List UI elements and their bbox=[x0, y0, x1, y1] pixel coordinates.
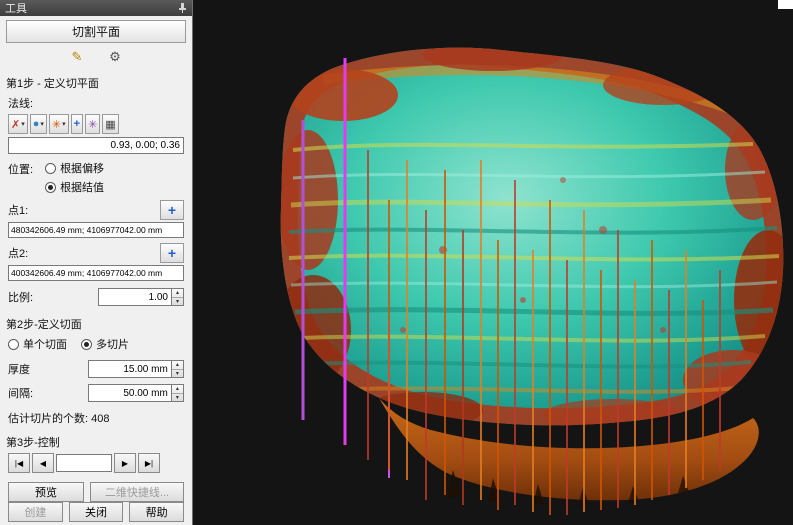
dropdown-caret-icon: ▾ bbox=[21, 120, 25, 128]
tools-panel: 工具 切割平面 ✎ ⚙ 第1步 - 定义切平面 法线: ✗ ▾ ● ▾ ✳ bbox=[0, 0, 193, 525]
interval-label: 间隔: bbox=[8, 385, 33, 401]
thickness-label: 厚度 bbox=[8, 361, 30, 377]
radio-dot bbox=[45, 163, 56, 174]
slice-position-input[interactable] bbox=[56, 454, 112, 472]
step1-label: 第1步 - 定义切平面 bbox=[6, 75, 186, 91]
prev-slice-button[interactable]: ◀ bbox=[32, 453, 54, 473]
edit-tool-button[interactable]: ✎ bbox=[64, 47, 90, 67]
create-button[interactable]: 创建 bbox=[8, 502, 63, 522]
deselect-icon: ✗ bbox=[11, 118, 20, 131]
plus-blue-icon: + bbox=[74, 118, 80, 130]
step3-label: 第3步-控制 bbox=[6, 434, 186, 450]
normal-grid-button[interactable]: ▦ bbox=[102, 114, 118, 134]
scale-input[interactable] bbox=[98, 288, 172, 306]
radio-single-section[interactable]: 单个切面 bbox=[8, 336, 67, 352]
radio-by-points[interactable]: 根据结值 bbox=[45, 179, 104, 195]
section-header-cutting-plane: 切割平面 bbox=[6, 20, 186, 43]
thickness-input[interactable] bbox=[88, 360, 172, 378]
spin-down-icon[interactable]: ▾ bbox=[172, 298, 183, 306]
panel-title: 工具 bbox=[5, 0, 27, 16]
radio-single-section-label: 单个切面 bbox=[23, 336, 67, 352]
axes-purple-icon: ✳ bbox=[88, 118, 97, 131]
thickness-spinner[interactable]: ▴ ▾ bbox=[172, 360, 184, 378]
slice-navigation: |◀ ◀ ▶ ▶| bbox=[0, 453, 192, 473]
radio-dot bbox=[45, 182, 56, 193]
scale-spinner[interactable]: ▴ ▾ bbox=[172, 288, 184, 306]
settings-tool-button[interactable]: ⚙ bbox=[102, 47, 128, 67]
last-slice-button[interactable]: ▶| bbox=[138, 453, 160, 473]
spin-up-icon[interactable]: ▴ bbox=[172, 289, 183, 298]
point2-label: 点2: bbox=[8, 245, 28, 261]
section-title: 切割平面 bbox=[72, 25, 120, 39]
step2-label: 第2步-定义切面 bbox=[6, 316, 186, 332]
help-button[interactable]: 帮助 bbox=[129, 502, 184, 522]
slice-count-label: 估计切片的个数: 408 bbox=[8, 410, 184, 426]
position-label: 位置: bbox=[8, 161, 33, 177]
normal-axes-orange-button[interactable]: ✳ ▾ bbox=[49, 114, 69, 134]
spin-down-icon[interactable]: ▾ bbox=[172, 394, 183, 402]
radio-by-offset[interactable]: 根据偏移 bbox=[45, 160, 104, 176]
dropdown-caret-icon: ▾ bbox=[62, 120, 66, 128]
interval-spinner[interactable]: ▴ ▾ bbox=[172, 384, 184, 402]
point2-value-input[interactable] bbox=[8, 265, 184, 281]
spin-up-icon[interactable]: ▴ bbox=[172, 361, 183, 370]
first-slice-button[interactable]: |◀ bbox=[8, 453, 30, 473]
shortcut-2d-button[interactable]: 二维快捷线... bbox=[90, 482, 184, 502]
normal-deselect-button[interactable]: ✗ ▾ bbox=[8, 114, 28, 134]
grid-icon: ▦ bbox=[105, 118, 115, 131]
radio-multi-slice[interactable]: 多切片 bbox=[81, 336, 129, 352]
panel-titlebar[interactable]: 工具 bbox=[0, 0, 192, 16]
point1-value-input[interactable] bbox=[8, 222, 184, 238]
sphere-icon: ● bbox=[33, 118, 40, 130]
application-window: 工具 切割平面 ✎ ⚙ 第1步 - 定义切平面 法线: ✗ ▾ ● ▾ ✳ bbox=[0, 0, 793, 525]
spin-down-icon[interactable]: ▾ bbox=[172, 370, 183, 378]
radio-dot bbox=[8, 339, 19, 350]
normal-axes-purple-button[interactable]: ✳ bbox=[85, 114, 100, 134]
normal-sphere-button[interactable]: ● ▾ bbox=[30, 114, 47, 134]
point1-label: 点1: bbox=[8, 202, 28, 218]
scale-label: 比例: bbox=[8, 289, 33, 305]
viewport[interactable] bbox=[193, 0, 793, 525]
pick-point1-button[interactable]: + bbox=[160, 200, 184, 220]
pin-icon[interactable] bbox=[178, 2, 187, 14]
radio-by-offset-label: 根据偏移 bbox=[60, 160, 104, 176]
normal-toolbar: ✗ ▾ ● ▾ ✳ ▾ + ✳ ▦ bbox=[0, 114, 192, 134]
window-corner-artifact bbox=[778, 0, 793, 9]
pick-point2-button[interactable]: + bbox=[160, 243, 184, 263]
point-cloud-render bbox=[193, 0, 793, 525]
normal-label: 法线: bbox=[8, 95, 184, 111]
normal-value-input[interactable] bbox=[8, 137, 184, 154]
radio-multi-slice-label: 多切片 bbox=[96, 336, 129, 352]
dropdown-caret-icon: ▾ bbox=[40, 120, 44, 128]
radio-by-points-label: 根据结值 bbox=[60, 179, 104, 195]
normal-plus-button[interactable]: + bbox=[71, 114, 83, 134]
axes-orange-icon: ✳ bbox=[52, 118, 61, 131]
close-button[interactable]: 关闭 bbox=[69, 502, 124, 522]
next-slice-button[interactable]: ▶ bbox=[114, 453, 136, 473]
radio-dot bbox=[81, 339, 92, 350]
spin-up-icon[interactable]: ▴ bbox=[172, 385, 183, 394]
preview-button[interactable]: 预览 bbox=[8, 482, 84, 502]
panel-toolbar: ✎ ⚙ bbox=[0, 45, 192, 70]
interval-input[interactable] bbox=[88, 384, 172, 402]
